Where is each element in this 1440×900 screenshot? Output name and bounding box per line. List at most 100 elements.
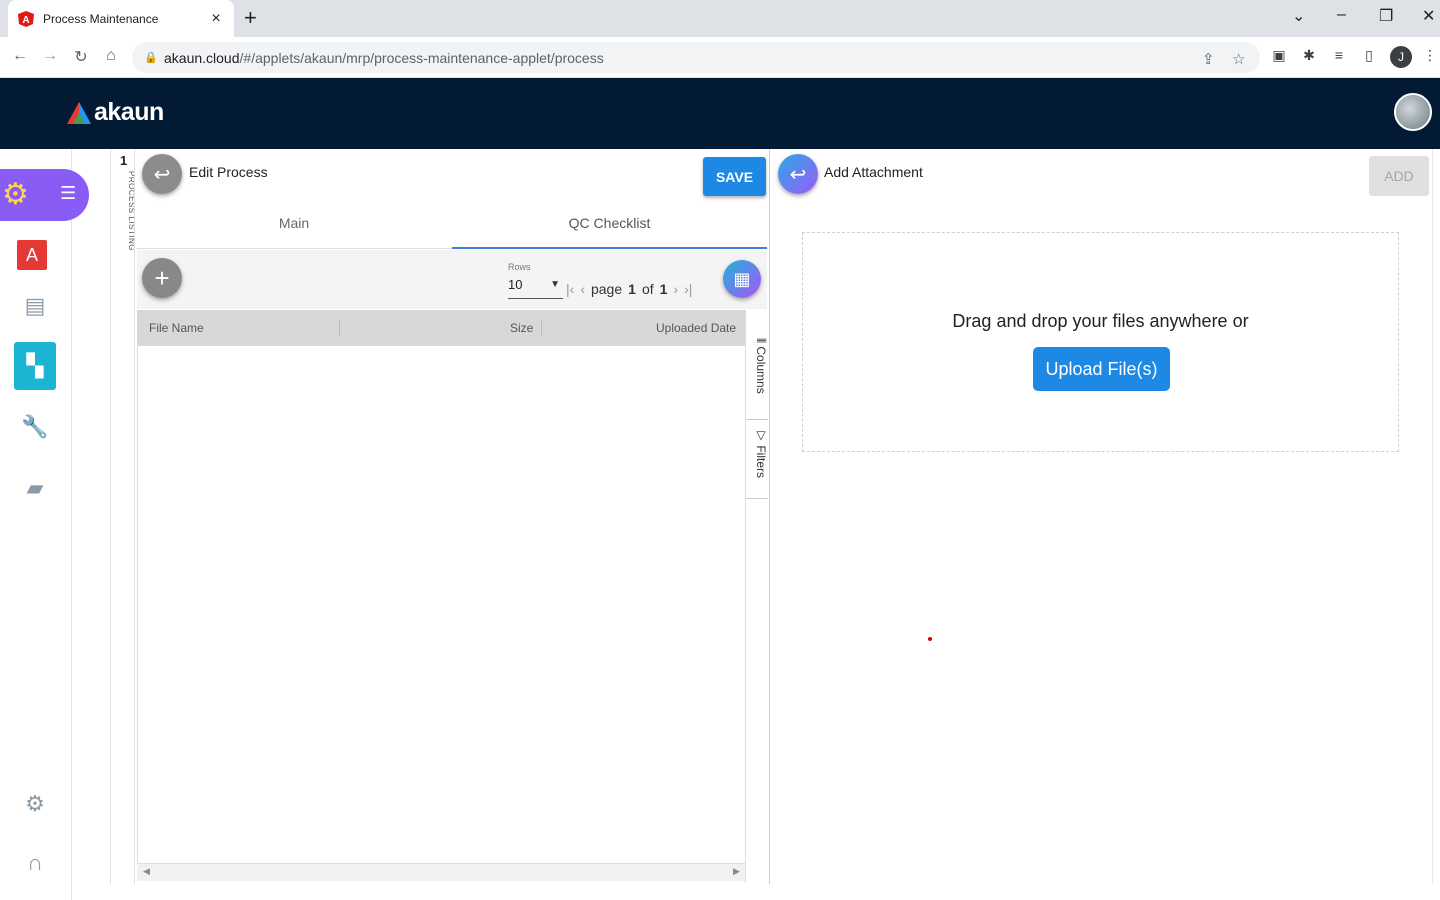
document-icon: ▤ xyxy=(24,293,46,318)
sidepanel-icon[interactable]: ▯ xyxy=(1359,47,1379,64)
columns-label: Columns xyxy=(754,346,768,394)
last-page-icon[interactable]: ›| xyxy=(684,281,692,297)
column-separator[interactable] xyxy=(339,320,340,336)
grid-view-icon: ▦ xyxy=(733,268,751,289)
reload-icon[interactable]: ↻ xyxy=(71,47,91,67)
grid-toolbar xyxy=(137,250,767,309)
forward-arrow-icon[interactable]: → xyxy=(40,47,60,65)
filter-icon: ▽ xyxy=(754,428,768,446)
grid-body xyxy=(137,346,745,863)
tab-title: Process Maintenance xyxy=(43,11,159,26)
rail-item-support[interactable]: ∩ xyxy=(14,842,56,884)
upload-files-button[interactable]: Upload File(s) xyxy=(1033,347,1170,391)
listing-count: 1 xyxy=(120,153,128,168)
rail-item-settings[interactable]: ⚙ xyxy=(14,783,56,825)
panel-divider xyxy=(1432,149,1433,884)
reply-arrow-icon: ↩ xyxy=(789,163,807,186)
grid-header: File Name Size Uploaded Date xyxy=(137,310,745,346)
page-current: 1 xyxy=(628,281,636,297)
hierarchy-icon: ▚ xyxy=(26,353,44,378)
add-attachment-button[interactable]: ADD xyxy=(1369,156,1429,196)
column-header-uploaded-date[interactable]: Uploaded Date xyxy=(656,321,736,335)
angular-icon: A xyxy=(18,10,34,27)
wrench-icon: 🔧 xyxy=(21,414,49,439)
filters-panel-button[interactable]: ▽ Filters xyxy=(746,424,768,499)
rows-value: 10 xyxy=(508,277,523,292)
app-header xyxy=(0,78,1440,149)
browser-toolbar: ← → ↻ ⌂ 🔒 akaun.cloud/#/applets/akaun/mr… xyxy=(0,37,1440,78)
page-total: 1 xyxy=(659,281,668,297)
extension-icon[interactable]: ▣ xyxy=(1269,47,1289,64)
settings-icon: ⚙ xyxy=(25,791,45,816)
home-icon[interactable]: ⌂ xyxy=(101,47,121,65)
akaun-logo-icon xyxy=(67,101,91,124)
page-word: page xyxy=(590,281,623,297)
attachment-back-button[interactable]: ↩ xyxy=(778,154,818,194)
of-word: of xyxy=(641,281,654,297)
process-listing-strip[interactable]: 1 PROCESS LISTING xyxy=(110,149,136,884)
prev-page-icon[interactable]: ‹ xyxy=(580,281,585,297)
rail-item-process[interactable]: ▚ xyxy=(14,342,56,390)
edit-process-title: Edit Process xyxy=(189,164,268,180)
media-icon[interactable]: ≡ xyxy=(1329,47,1349,63)
scroll-right-icon[interactable]: ▶ xyxy=(733,866,740,877)
cursor-dot xyxy=(928,637,932,641)
rail-item-document[interactable]: ▤ xyxy=(14,285,56,327)
puzzle-icon[interactable]: ✱ xyxy=(1299,47,1319,64)
tab-qc-checklist[interactable]: QC Checklist xyxy=(452,203,767,249)
edit-process-back-button[interactable]: ↩ xyxy=(142,154,182,194)
first-page-icon[interactable]: |‹ xyxy=(566,281,574,297)
tab-close-icon[interactable]: × xyxy=(208,10,224,28)
akaun-logo[interactable]: akaun xyxy=(66,98,164,127)
headset-icon: ∩ xyxy=(27,850,43,875)
browser-tab[interactable]: A Process Maintenance × xyxy=(8,0,234,37)
gears-icon: ⚙ xyxy=(2,178,29,211)
horizontal-scrollbar[interactable]: ◀ ▶ xyxy=(137,863,745,881)
minimize-button[interactable]: – xyxy=(1337,6,1346,24)
url-path: /#/applets/akaun/mrp/process-maintenance… xyxy=(239,49,604,66)
file-drop-zone[interactable]: Drag and drop your files anywhere or Upl… xyxy=(802,232,1399,452)
column-separator[interactable] xyxy=(541,320,542,336)
paginator: |‹ ‹ page 1 of 1 › ›| xyxy=(566,281,692,297)
reply-arrow-icon: ↩ xyxy=(153,163,171,186)
grid-side-bar: ⫴ Columns ▽ Filters xyxy=(745,310,768,883)
add-row-button[interactable]: + xyxy=(142,258,182,298)
lock-icon: 🔒 xyxy=(144,52,158,64)
filters-label: Filters xyxy=(754,445,768,479)
url-host: akaun.cloud xyxy=(164,49,240,66)
browser-menu-icon[interactable]: ⋮ xyxy=(1420,47,1440,64)
save-button[interactable]: SAVE xyxy=(703,157,766,196)
share-icon[interactable]: ⇪ xyxy=(1202,50,1215,68)
back-arrow-icon[interactable]: ← xyxy=(10,47,30,65)
next-page-icon[interactable]: › xyxy=(673,281,678,297)
rows-per-page-select[interactable]: 10 ▼ xyxy=(508,277,563,299)
plus-icon: + xyxy=(154,262,170,293)
attachment-title: Add Attachment xyxy=(824,164,923,180)
rail-item-jobs[interactable]: ▰ xyxy=(14,467,56,509)
edit-process-tabs: Main QC Checklist xyxy=(136,203,768,249)
briefcase-icon: ▰ xyxy=(26,475,44,500)
applet-switcher[interactable]: ⚙ ☰ xyxy=(0,169,89,221)
address-bar[interactable]: 🔒 akaun.cloud/#/applets/akaun/mrp/proces… xyxy=(132,42,1260,73)
new-tab-button[interactable]: + xyxy=(244,6,257,30)
columns-panel-button[interactable]: ⫴ Columns xyxy=(746,334,768,420)
profile-avatar[interactable]: J xyxy=(1390,46,1412,68)
close-window-button[interactable]: ✕ xyxy=(1422,6,1435,26)
pdf-icon: A xyxy=(25,244,38,265)
restore-button[interactable]: ❐ xyxy=(1379,6,1393,26)
logo-text: akaun xyxy=(94,98,164,126)
address-url: akaun.cloud/#/applets/akaun/mrp/process-… xyxy=(164,50,604,66)
rail-item-pdf[interactable]: A xyxy=(17,240,47,270)
tab-search-icon[interactable]: ⌄ xyxy=(1292,6,1305,26)
rows-label: Rows xyxy=(508,262,531,272)
dropdown-caret-icon: ▼ xyxy=(550,279,560,290)
column-header-file-name[interactable]: File Name xyxy=(149,321,204,335)
scroll-left-icon[interactable]: ◀ xyxy=(143,866,150,877)
rail-item-tools[interactable]: 🔧 xyxy=(14,406,56,448)
bookmark-star-icon[interactable]: ☆ xyxy=(1232,50,1245,68)
tab-main[interactable]: Main xyxy=(136,203,452,249)
column-header-size[interactable]: Size xyxy=(510,321,533,335)
user-avatar[interactable] xyxy=(1394,93,1432,131)
grid-view-button[interactable]: ▦ xyxy=(723,260,761,298)
svg-text:A: A xyxy=(22,15,29,26)
